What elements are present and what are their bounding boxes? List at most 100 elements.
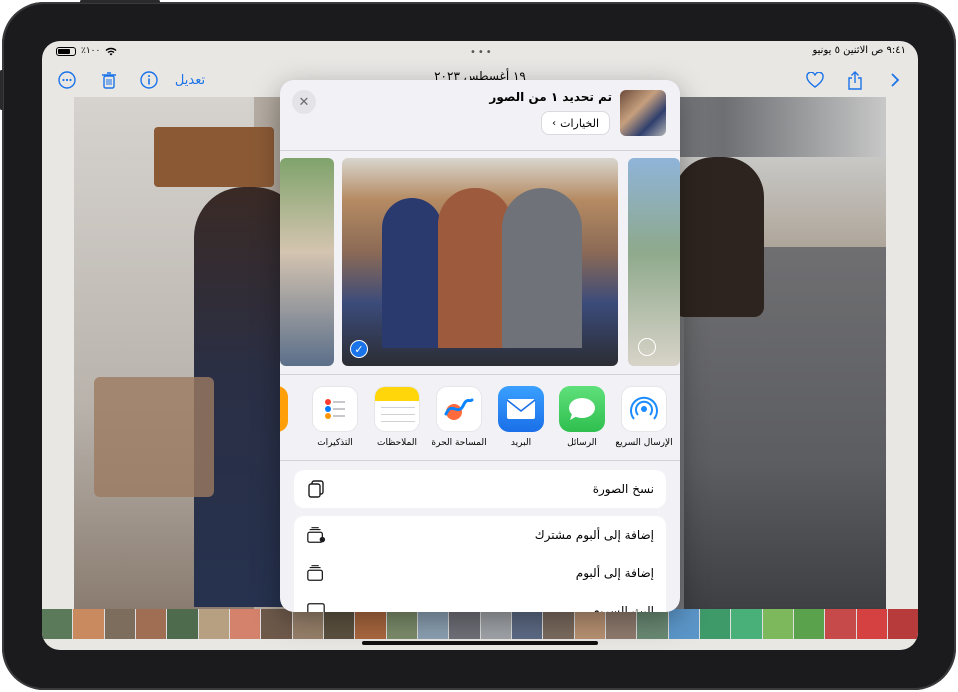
mail-icon	[498, 386, 544, 432]
share-icon	[848, 70, 862, 90]
thumbnail[interactable]	[637, 609, 668, 639]
thumbnail[interactable]	[511, 609, 543, 639]
app-reminders[interactable]: التذكيرات	[304, 386, 366, 448]
app-label: المساحة الحرة	[431, 438, 487, 448]
next-button[interactable]	[884, 67, 906, 93]
chevron-right-icon: ›	[552, 117, 557, 129]
thumbnail[interactable]	[167, 609, 198, 639]
app-label: الإرسال السريع	[615, 438, 673, 448]
thumbnail[interactable]	[42, 609, 73, 639]
unselected-circle-icon[interactable]	[638, 338, 656, 356]
action-label: إضافة إلى ألبوم	[575, 566, 654, 580]
thumbnail[interactable]	[323, 609, 355, 639]
battery-icon	[56, 46, 76, 56]
copy-photo-action[interactable]: نسخ الصورة	[294, 470, 666, 508]
thumbnail[interactable]	[104, 609, 135, 639]
close-icon: ✕	[298, 94, 310, 110]
add-to-album-action[interactable]: إضافة إلى ألبوم	[294, 554, 666, 592]
selected-photo-thumbnail	[620, 90, 666, 136]
action-label: نسخ الصورة	[592, 482, 654, 496]
add-to-shared-album-action[interactable]: إضافة إلى ألبوم مشترك	[294, 516, 666, 554]
status-left: ٪١٠٠	[56, 46, 117, 56]
thumbnail[interactable]	[386, 609, 417, 639]
thumbnail[interactable]	[449, 609, 480, 639]
heart-icon	[806, 72, 824, 88]
close-button[interactable]: ✕	[292, 90, 316, 114]
thumbnail[interactable]	[480, 609, 511, 639]
share-apps-row: التذكيرات الملاحظات المساحة الحرة البريد…	[280, 386, 680, 462]
thumbnail[interactable]	[229, 609, 261, 639]
messages-icon	[559, 386, 605, 432]
thumbnail[interactable]	[605, 609, 637, 639]
app-label: التذكيرات	[317, 438, 353, 448]
thumbnail[interactable]	[793, 609, 825, 639]
notes-icon	[374, 386, 420, 432]
thumbnail[interactable]	[887, 609, 918, 639]
thumbnail[interactable]	[292, 609, 323, 639]
app-mail[interactable]: البريد	[490, 386, 552, 448]
action-label: البث السريع	[593, 604, 654, 612]
app-airdrop[interactable]: الإرسال السريع	[613, 386, 675, 448]
options-button[interactable]: الخيارات ›	[541, 111, 610, 135]
info-icon	[140, 71, 158, 89]
action-label: إضافة إلى ألبوم مشترك	[534, 528, 654, 542]
status-time-date: ٩:٤١ ص الاثنين ٥ يونيو	[812, 45, 906, 56]
home-indicator	[362, 641, 598, 645]
trash-icon	[102, 72, 116, 89]
app-messages[interactable]: الرسائل	[551, 386, 613, 448]
photo-preview-strip[interactable]: ✓	[280, 156, 680, 368]
status-bar: ٪١٠٠ ••• ٩:٤١ ص الاثنين ٥ يونيو	[42, 41, 918, 63]
thumbnail[interactable]	[543, 609, 574, 639]
battery-percent: ٪١٠٠	[81, 46, 101, 56]
header-divider	[280, 150, 680, 151]
app-label: الملاحظات	[377, 438, 417, 448]
airdrop-icon	[621, 386, 667, 432]
app-label: الرسائل	[567, 438, 597, 448]
multitasking-dots-icon[interactable]: •••	[470, 47, 494, 58]
thumbnail[interactable]	[198, 609, 229, 639]
app-partial[interactable]	[280, 386, 296, 432]
thumbnail-filmstrip[interactable]	[42, 609, 918, 639]
app-partial-icon	[280, 386, 288, 432]
apps-divider	[280, 460, 680, 461]
share-sheet-header: ✕ تم تحديد ١ من الصور الخيارات ›	[280, 80, 680, 152]
thumbnail[interactable]	[261, 609, 292, 639]
freeform-icon	[436, 386, 482, 432]
thumbnail[interactable]	[699, 609, 731, 639]
edit-button[interactable]: تعديل	[172, 67, 208, 93]
preview-photo-next[interactable]	[628, 158, 680, 366]
thumbnail[interactable]	[355, 609, 386, 639]
preview-photo-prev[interactable]	[280, 158, 334, 366]
airplay-icon	[307, 603, 325, 612]
thumbnail[interactable]	[417, 609, 449, 639]
info-button[interactable]	[138, 67, 160, 93]
reminders-icon	[312, 386, 358, 432]
thumbnail[interactable]	[856, 609, 887, 639]
thumbnail[interactable]	[762, 609, 793, 639]
thumbnail[interactable]	[825, 609, 856, 639]
app-freeform[interactable]: المساحة الحرة	[428, 386, 490, 448]
shared-album-icon	[307, 527, 326, 543]
thumbnail[interactable]	[668, 609, 699, 639]
thumbnail[interactable]	[135, 609, 167, 639]
favorite-button[interactable]	[804, 67, 826, 93]
selection-title: تم تحديد ١ من الصور	[489, 90, 612, 104]
top-button	[80, 0, 160, 3]
share-sheet: ✕ تم تحديد ١ من الصور الخيارات › ✓ التذك…	[280, 80, 680, 612]
copy-icon	[308, 480, 324, 498]
share-button[interactable]	[844, 67, 866, 93]
app-notes[interactable]: الملاحظات	[366, 386, 428, 448]
more-button[interactable]	[56, 67, 78, 93]
delete-button[interactable]	[98, 67, 120, 93]
thumbnail[interactable]	[731, 609, 762, 639]
app-label: البريد	[510, 438, 532, 448]
preview-divider	[280, 374, 680, 375]
selected-check-icon[interactable]: ✓	[350, 340, 368, 358]
volume-button	[0, 70, 3, 110]
chevron-right-icon	[891, 73, 900, 87]
preview-photo-selected[interactable]: ✓	[342, 158, 618, 366]
thumbnail[interactable]	[73, 609, 104, 639]
airplay-action[interactable]: البث السريع	[294, 592, 666, 612]
thumbnail[interactable]	[574, 609, 605, 639]
more-icon	[58, 71, 76, 89]
